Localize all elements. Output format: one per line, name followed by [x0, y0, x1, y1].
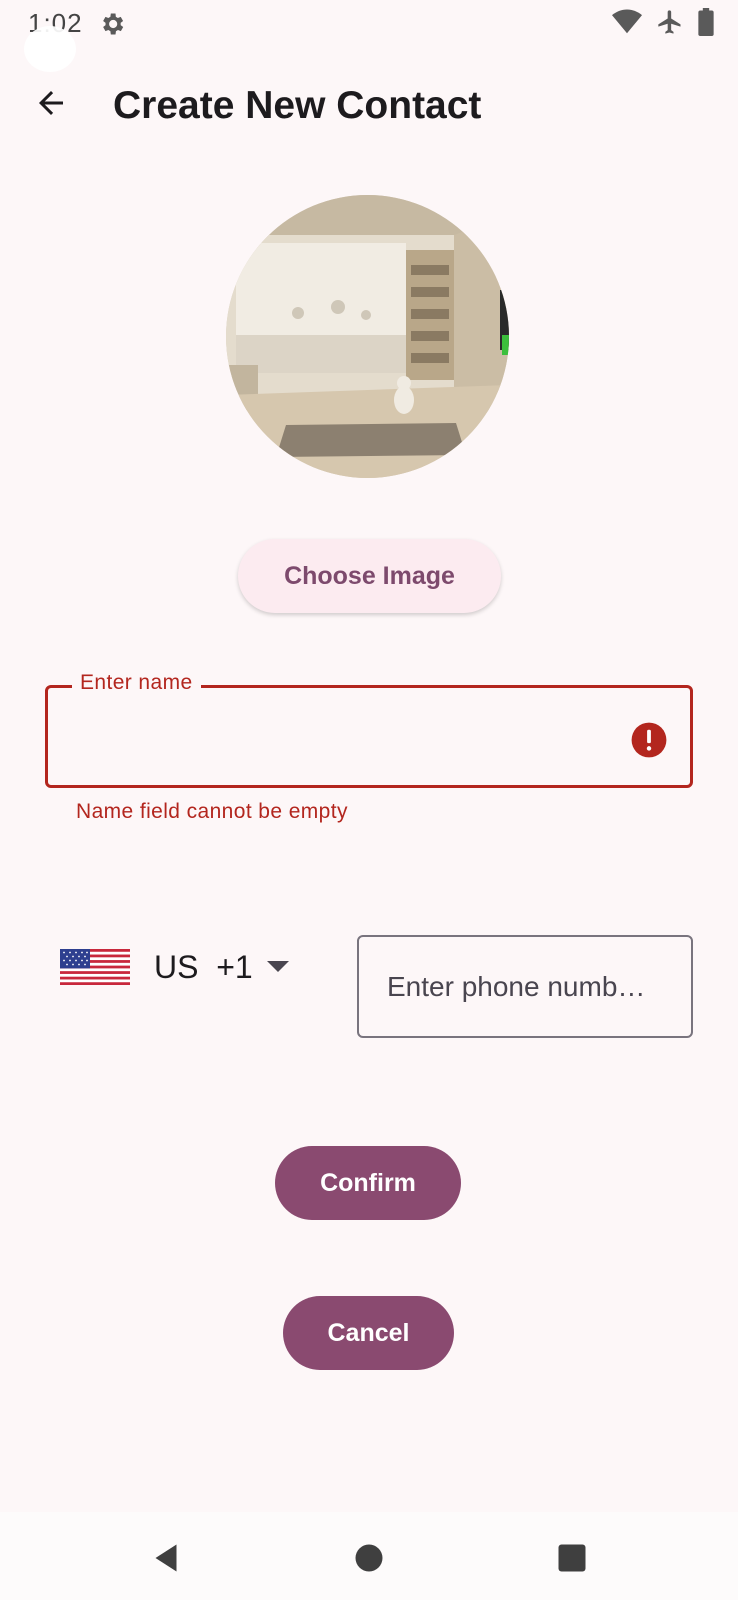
name-error-message: Name field cannot be empty: [76, 800, 348, 823]
status-bar: 1:02: [0, 0, 738, 72]
choose-image-button[interactable]: Choose Image: [238, 539, 501, 613]
battery-icon: [698, 8, 714, 36]
status-icons: [612, 8, 714, 36]
nav-home-icon[interactable]: [351, 1540, 387, 1576]
error-alert-icon: [631, 722, 667, 758]
room-photo-illustration: [226, 195, 509, 478]
contact-photo: [226, 195, 509, 478]
system-navigation-bar: [0, 1512, 738, 1600]
nav-back-icon[interactable]: [148, 1540, 184, 1576]
screen: 1:02 Create New Contact Choose Image Ent…: [0, 0, 738, 1600]
nav-recents-icon[interactable]: [554, 1540, 590, 1576]
phone-number-input[interactable]: Enter phone numb…: [357, 935, 693, 1038]
touch-indicator: [24, 26, 76, 72]
arrow-back-icon: [39, 91, 63, 115]
dropdown-arrow-icon: [266, 961, 289, 972]
cancel-button[interactable]: Cancel: [283, 1296, 454, 1370]
back-button[interactable]: [28, 80, 74, 126]
country-code-label: US +1: [154, 948, 253, 985]
confirm-button[interactable]: Confirm: [275, 1146, 461, 1220]
page-title: Create New Contact: [113, 84, 482, 127]
wifi-icon: [612, 9, 642, 34]
phone-number-placeholder: Enter phone numb…: [387, 970, 646, 1002]
settings-gear-icon: [103, 13, 124, 35]
us-flag-icon: [60, 949, 130, 985]
airplane-mode-icon: [658, 10, 681, 34]
country-code-picker[interactable]: US +1: [60, 940, 300, 994]
name-field-label: Enter name: [72, 671, 201, 695]
name-input-field[interactable]: Enter name: [45, 671, 693, 788]
